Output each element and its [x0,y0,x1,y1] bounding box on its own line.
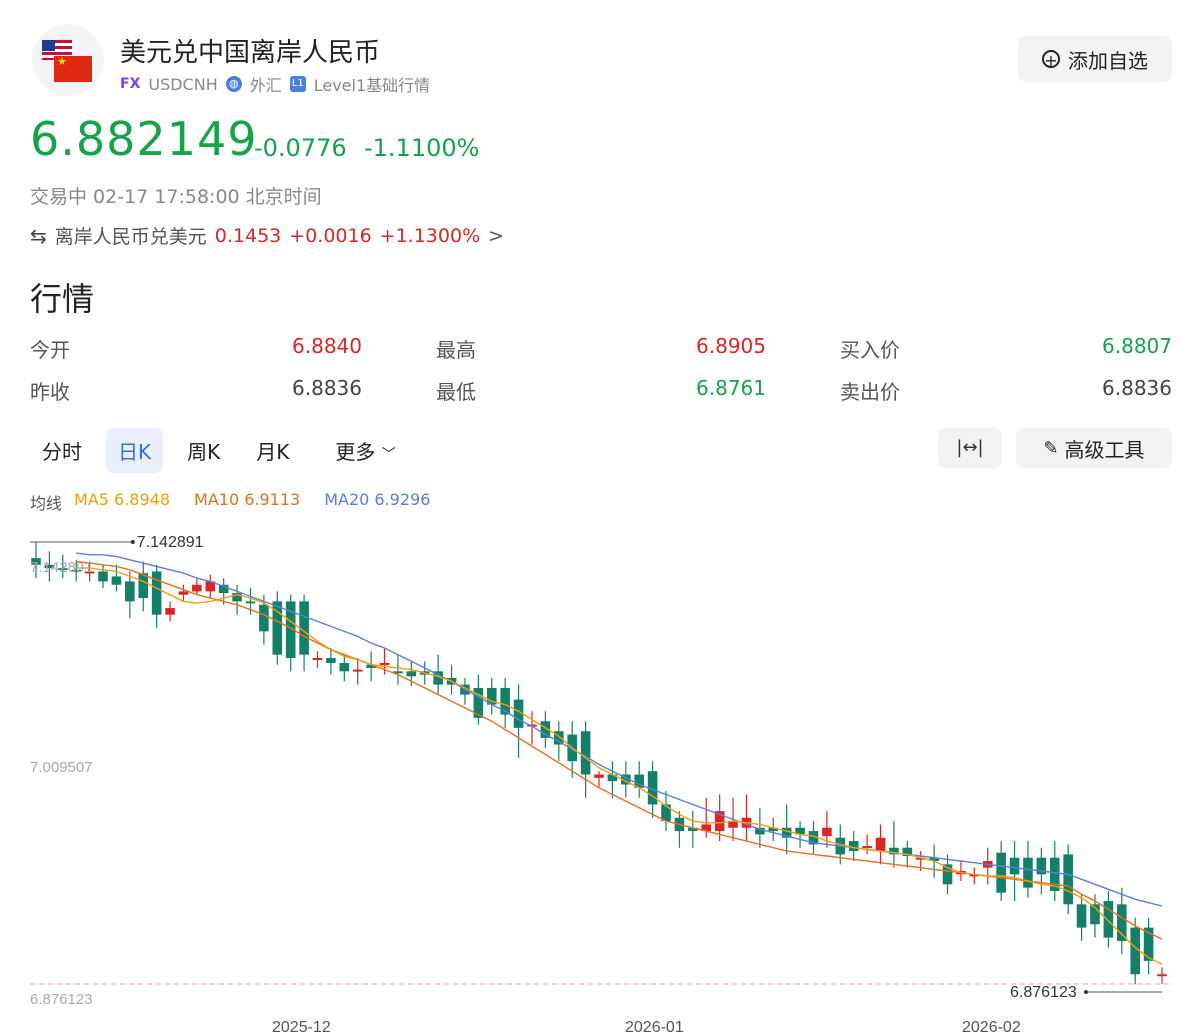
last-price: 6.882149 [30,112,258,166]
y-axis-label: 7.009507 [30,759,93,776]
low-value: 6.8761 [696,376,766,400]
prev-close-value: 6.8836 [292,376,362,400]
trading-status: 交易中 02-17 17:58:00 北京时间 [30,186,322,208]
candle-body [245,601,256,604]
candle-body [1157,974,1167,977]
chevron-right-icon: > [488,224,505,247]
add-watchlist-button[interactable]: + 添加自选 [1018,36,1172,82]
ma-label: 均线 [30,494,63,513]
tab-weekly-k[interactable]: 周K [175,428,232,473]
inverse-price: 0.1453 [214,224,282,247]
candle-body [125,581,135,602]
y-axis-label: 7.142891 [30,559,93,576]
candle-body [996,852,1006,893]
low-label: 最低 [436,380,476,404]
bid-label: 买入价 [840,338,900,362]
add-watchlist-label: 添加自选 [1068,48,1148,73]
prev-close-label: 昨收 [30,380,70,404]
price-change-pct: -1.1100% [364,134,480,162]
inverse-pair-link[interactable]: ⇆ 离岸人民币兑美元 0.1453 +0.0016 +1.1300% > [30,222,504,249]
fx-badge: FX [120,76,141,92]
tab-monthly-k[interactable]: 月K [244,428,301,473]
tab-more[interactable]: 更多 ﹀ [323,428,407,473]
advanced-tools-label: 高级工具 [1064,437,1145,462]
candle-body [178,591,189,595]
symbol-code: USDCNH [148,74,218,94]
candle-body [1009,857,1020,875]
x-axis-label: 2026-01 [625,1019,684,1035]
tab-more-label: 更多 [335,440,376,464]
candle-body [406,671,417,677]
candle-body [594,774,604,778]
fit-width-button[interactable]: |↔| [938,428,1002,468]
high-value: 6.8905 [696,334,766,358]
candle-body [192,584,202,592]
bid-value: 6.8807 [1102,334,1172,358]
candle-body [138,573,149,599]
low-marker-label: 6.876123 [1010,984,1077,1001]
inverse-change-pct: +1.1300% [379,224,481,247]
candlestick-chart[interactable]: 7.142891 7.009507 6.876123 7.142891 6.876123… [0,520,1200,1035]
candle-body [822,827,832,837]
high-marker-dot [130,540,135,544]
flag-avatar: ★ [32,24,104,96]
tab-intraday[interactable]: 分时 [30,428,94,473]
globe-icon: ◍ [225,76,242,92]
inverse-change: +0.0016 [289,224,372,247]
candle-body [339,662,350,672]
ma10-legend: MA10 6.9113 [194,490,301,509]
price-change: -0.0776 [254,134,347,162]
ask-label: 卖出价 [840,380,900,404]
candle-body [1076,904,1087,928]
fit-width-icon: |↔| [956,437,984,458]
candle-body [1063,854,1073,905]
candle-body [111,576,122,585]
advanced-tools-button[interactable]: ✎ 高级工具 [1016,428,1172,468]
tab-daily-k[interactable]: 日K [106,428,164,473]
category-label: 外汇 [249,76,282,95]
candle-body [326,657,336,663]
candle-body [862,846,872,849]
symbol-line: FX USDCNH ◍ 外汇 L1 Level1基础行情 [120,72,430,96]
chevron-down-icon: ﹀ [381,447,396,463]
ma-legend: 均线 MA5 6.8948 MA10 6.9113 MA20 6.9296 [30,490,430,514]
period-tabs: 分时 日K 周K 月K 更多 ﹀ [30,428,408,473]
candles-group [31,541,1167,985]
candle-body [1116,904,1127,941]
candle-body [379,662,390,665]
chart-labels-group: 7.142891 7.009507 6.876123 7.142891 6.876123… [30,534,1162,1035]
page-title: 美元兑中国离岸人民币 [120,38,381,68]
candle-body [165,608,175,615]
ma20-legend: MA20 6.9296 [324,490,431,509]
ma5-line [76,567,1163,965]
candle-body [875,837,886,852]
ask-value: 6.8836 [1102,376,1172,400]
high-marker-label: 7.142891 [137,534,204,551]
swap-icon: ⇆ [30,223,47,248]
candle-body [312,657,323,660]
section-title: 行情 [30,280,95,318]
y-axis-label: 6.876123 [30,991,93,1008]
x-axis-label: 2026-02 [962,1019,1021,1035]
candle-body [352,669,363,672]
open-label: 今开 [30,338,70,362]
ma-lines-group [76,552,1163,965]
ma5-legend: MA5 6.8948 [74,490,171,509]
candle-body [259,604,269,632]
inverse-pair-label: 离岸人民币兑美元 [54,226,207,248]
candle-body [98,571,108,582]
plus-circle-icon: + [1042,50,1060,69]
candle-body [580,731,591,775]
x-axis-label: 2025-12 [272,1019,331,1035]
level-badge: L1 [289,76,306,92]
candle-body [661,804,671,822]
level-label: Level1基础行情 [313,76,431,95]
high-label: 最高 [436,338,476,362]
candle-body [1023,857,1033,888]
open-value: 6.8840 [292,334,362,358]
cn-flag-icon: ★ [54,56,92,82]
drawing-tool-icon: ✎ [1043,437,1059,459]
candle-body [848,841,859,852]
